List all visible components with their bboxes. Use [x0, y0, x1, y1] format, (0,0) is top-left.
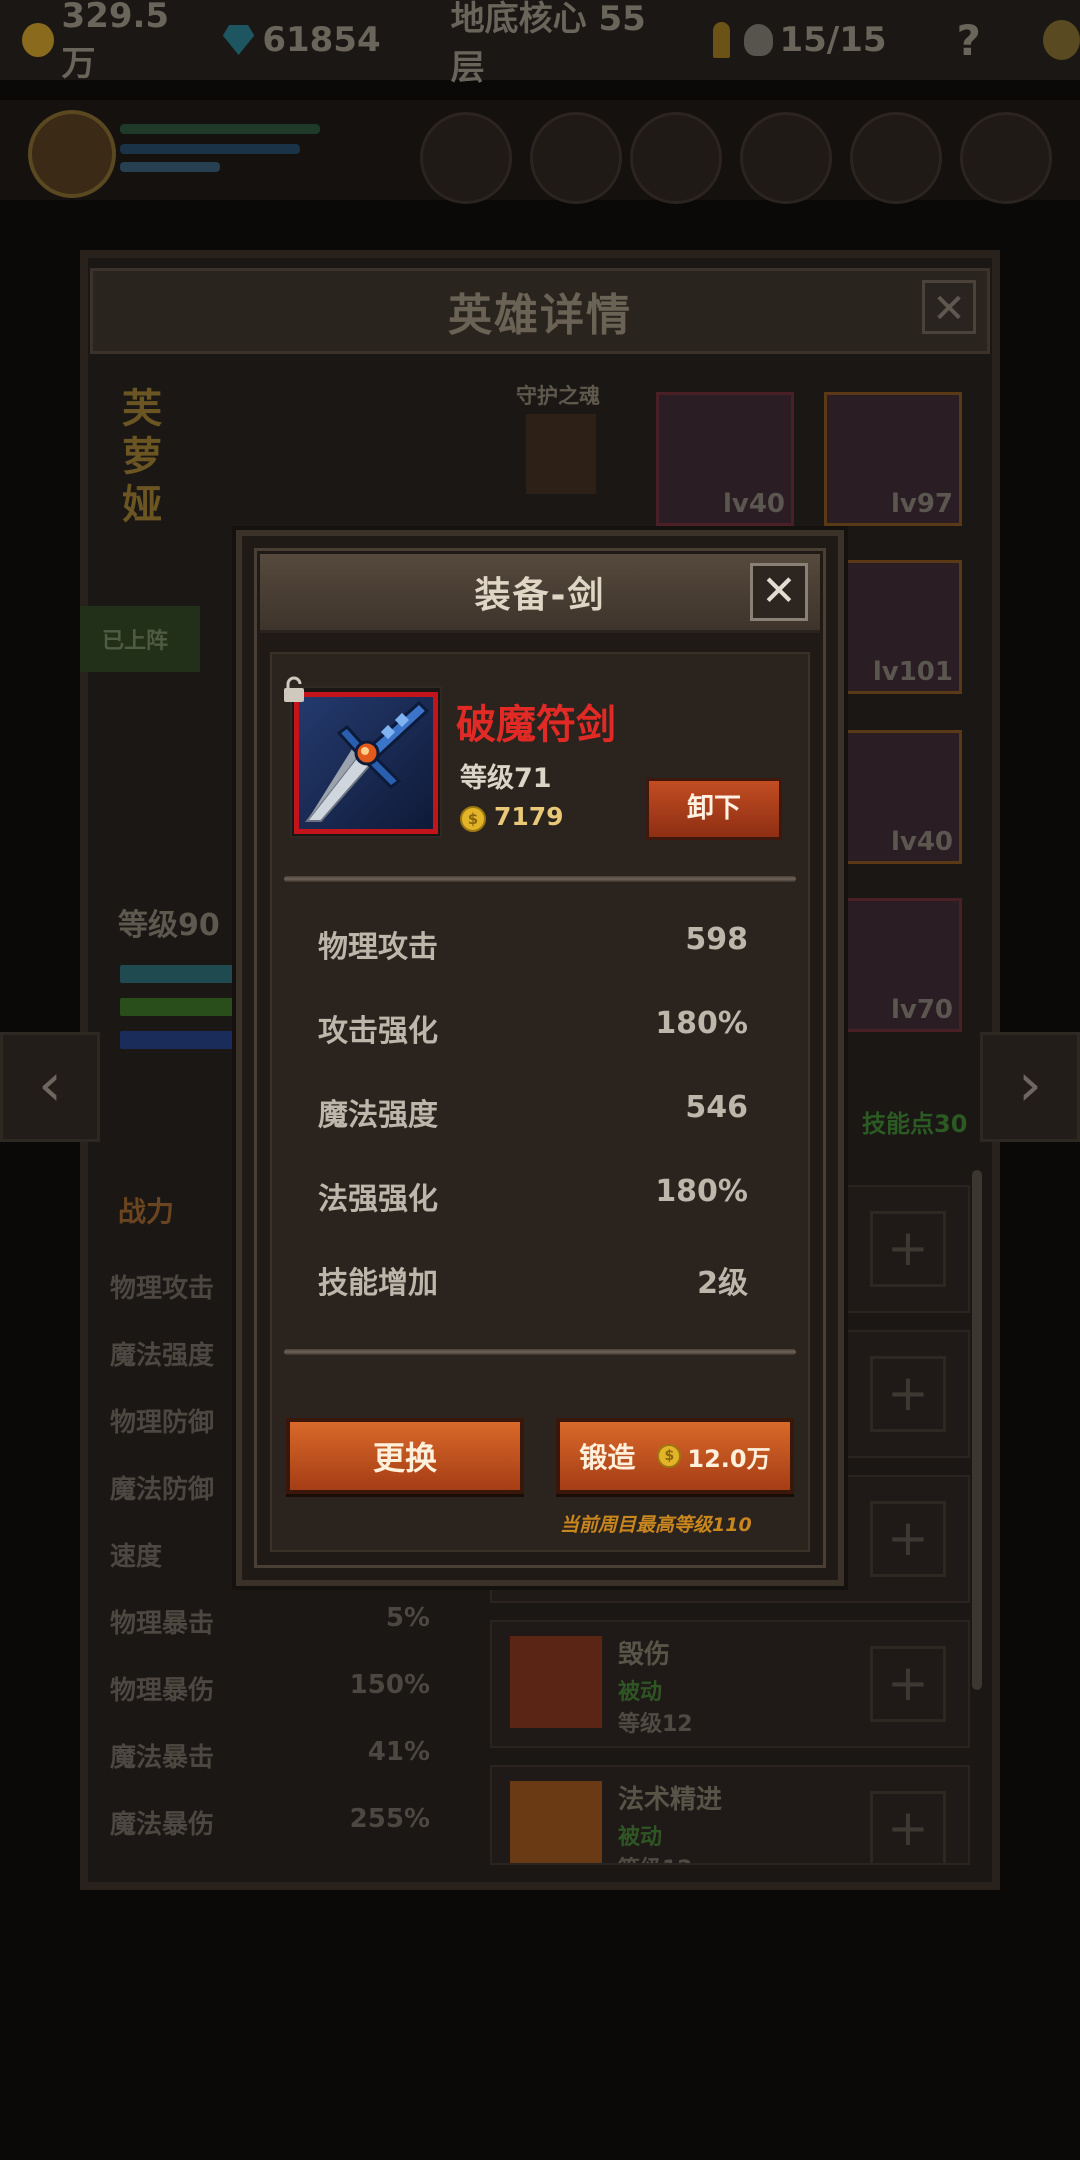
forge-cost: 12.0万 [687, 1444, 771, 1473]
hp-bar [120, 124, 320, 134]
on-team-badge: 已上阵 [80, 606, 200, 672]
screen: { "hud": { "gold": "329.5万", "gems": "61… [0, 0, 1080, 2160]
gem-amount: 61854 [262, 20, 381, 60]
skill-upgrade-button[interactable]: + [870, 1501, 946, 1577]
help-button[interactable]: ? [957, 16, 981, 65]
stat-value: 546 [685, 1090, 748, 1125]
gold-amount: 329.5万 [61, 0, 170, 84]
stat-value: 180% [655, 1174, 748, 1209]
skill-row: 法术精进 被动 等级12 + [490, 1765, 970, 1865]
stat-value: 180% [655, 1006, 748, 1041]
skill-scrollbar[interactable] [972, 1170, 982, 1690]
bg-stat-row: 魔法暴击 41% [110, 1737, 430, 1773]
hero-detail-titlebar: 英雄详情 [90, 268, 990, 354]
forge-button-label: 锻造 [579, 1441, 636, 1474]
floor-label: 地底核心 55层 [450, 0, 646, 88]
stat-label: 物理攻击 [318, 930, 438, 965]
hp-stat-bar [120, 965, 240, 983]
item-level: 等级71 [460, 763, 552, 794]
exp-bar [120, 162, 220, 172]
skull-icon [743, 24, 774, 56]
equip-tile-shield[interactable]: lv70 [824, 898, 962, 1032]
boots-slot-icon[interactable] [850, 112, 942, 204]
skill-upgrade-button[interactable]: + [870, 1791, 946, 1863]
stat-value: 2级 [697, 1266, 748, 1301]
equip-tile-amulet[interactable]: lv97 [824, 392, 962, 526]
stat-label: 法强强化 [318, 1182, 438, 1217]
hero-avatar[interactable] [28, 110, 116, 198]
stat-label: 攻击强化 [318, 1014, 438, 1049]
gold-coin-icon: $ [657, 1444, 682, 1468]
skill-type: 被动 [618, 1825, 663, 1850]
skill-row: 毁伤 被动 等级12 + [490, 1620, 970, 1748]
max-level-note: 当前周目最高等级110 [560, 1514, 752, 1536]
equip-tile-ring[interactable]: lv40 [824, 730, 962, 864]
power-label: 战力 [118, 1195, 175, 1228]
hero-level: 等级90 [118, 908, 220, 943]
skill-upgrade-button[interactable]: + [870, 1356, 946, 1432]
skill-damage-icon [510, 1636, 602, 1728]
skill-level: 等级12 [618, 1851, 693, 1863]
stat-label: 技能增加 [318, 1266, 438, 1301]
bg-stat-row: 物理暴伤 150% [110, 1670, 430, 1706]
item-name: 破魔符剑 [456, 702, 616, 748]
key-icon [713, 22, 730, 58]
settings-gear-icon[interactable] [1042, 20, 1080, 60]
mp-bar [120, 144, 300, 154]
bg-stat-row: 物理暴击 5% [110, 1603, 430, 1639]
top-hud: 329.5万 61854 地底核心 55层 15/15 ? [0, 0, 1080, 88]
stat-row: 魔法强度 546 [318, 1090, 748, 1134]
skill-name: 毁伤 [618, 1640, 671, 1670]
equipment-dialog-title: 装备-剑 [474, 575, 606, 616]
stat-row: 物理攻击 598 [318, 922, 748, 966]
hero-detail-close-button[interactable]: ✕ [922, 280, 976, 334]
gold-coin-icon: $ [460, 806, 486, 832]
skill-mastery-icon [510, 1781, 602, 1863]
equip-tile-helmet[interactable]: lv101 [824, 560, 962, 694]
equip-tile-cloak[interactable]: lv40 [656, 392, 794, 526]
replace-button-label: 更换 [372, 1439, 437, 1477]
skull-count: 15/15 [779, 20, 887, 60]
hero-equipment-row [0, 100, 1080, 204]
next-hero-button[interactable]: › [980, 1032, 1080, 1142]
guard-soul-icon[interactable] [526, 414, 596, 494]
unequip-button[interactable]: 卸下 [646, 778, 782, 840]
equipment-dialog-close-button[interactable]: ✕ [750, 563, 808, 621]
sword-item-icon [294, 692, 438, 834]
skill-upgrade-button[interactable]: + [870, 1211, 946, 1287]
skill-type: 被动 [618, 1680, 663, 1705]
skill-points: 技能点30 [862, 1110, 968, 1138]
shield-slot-icon[interactable] [530, 112, 622, 204]
item-gold-value: 7179 [494, 802, 564, 831]
prev-hero-button[interactable]: ‹ [0, 1032, 100, 1142]
bg-stat-row: 魔法暴伤 255% [110, 1804, 430, 1840]
stat-row: 攻击强化 180% [318, 1006, 748, 1050]
hero-name: 芙萝娅 [122, 386, 162, 528]
skill-level: 等级12 [618, 1712, 693, 1737]
ring-slot-icon[interactable] [960, 112, 1052, 204]
divider [284, 876, 796, 882]
helmet-slot-icon[interactable] [740, 112, 832, 204]
equipment-dialog-titlebar: 装备-剑 [260, 554, 820, 633]
stat-row: 技能增加 2级 [318, 1258, 748, 1302]
replace-button[interactable]: 更换 [286, 1418, 524, 1494]
hero-detail-title: 英雄详情 [448, 290, 632, 341]
gold-coin-icon [22, 23, 54, 57]
skill-upgrade-button[interactable]: + [870, 1646, 946, 1722]
mp-stat-bar [120, 998, 240, 1016]
stat-row: 法强强化 180% [318, 1174, 748, 1218]
sword-slot-icon[interactable] [420, 112, 512, 204]
sword-icon [304, 700, 430, 822]
divider [284, 1349, 796, 1355]
unlocked-icon[interactable] [282, 676, 306, 704]
stat-value: 598 [685, 922, 748, 957]
skill-name: 法术精进 [618, 1785, 723, 1815]
exp-stat-bar [120, 1031, 240, 1049]
gem-icon [222, 25, 255, 55]
forge-button[interactable]: 锻造 $ 12.0万 [556, 1418, 794, 1494]
guard-soul-label: 守护之魂 [516, 384, 600, 408]
stat-label: 魔法强度 [318, 1098, 438, 1133]
orb-slot-icon[interactable] [630, 112, 722, 204]
